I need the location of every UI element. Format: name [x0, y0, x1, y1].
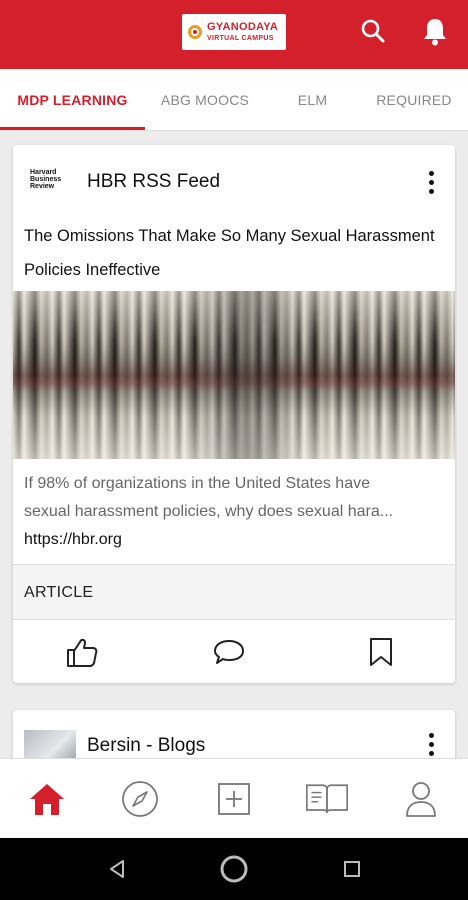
search-icon — [361, 19, 385, 43]
article-description: If 98% of organizations in the United St… — [24, 475, 394, 520]
more-vertical-icon — [428, 170, 434, 176]
tab-abg-moocs[interactable]: ABG MOOCS — [145, 69, 265, 131]
app-header: GYANODAYA VIRTUAL CAMPUS — [0, 0, 468, 69]
comment-icon — [214, 640, 244, 664]
feed-card[interactable]: Harvard Business Review HBR RSS Feed The… — [13, 145, 455, 683]
nav-home[interactable] — [25, 779, 69, 819]
article-title[interactable]: The Omissions That Make So Many Sexual H… — [24, 219, 444, 287]
logo-subtitle: VIRTUAL CAMPUS — [207, 35, 274, 42]
more-options-button[interactable] — [419, 165, 443, 199]
active-tab-indicator — [0, 127, 145, 130]
recents-square-icon — [344, 861, 360, 877]
tab-mdp-learning[interactable]: MDP LEARNING — [0, 69, 145, 131]
category-tabs: MDP LEARNING ABG MOOCS ELM REQUIRED — [0, 69, 468, 131]
tab-required[interactable]: REQUIRED — [360, 69, 468, 131]
logo-mark-icon — [188, 25, 202, 39]
tab-elm[interactable]: ELM — [265, 69, 360, 131]
system-navigation-bar — [0, 838, 468, 900]
article-image[interactable] — [13, 291, 455, 459]
source-logo: Harvard Business Review — [30, 169, 62, 190]
notifications-button[interactable] — [420, 16, 450, 46]
bookmark-button[interactable] — [363, 636, 399, 668]
app-logo: GYANODAYA VIRTUAL CAMPUS — [182, 14, 286, 50]
back-triangle-icon — [110, 860, 124, 878]
comment-button[interactable] — [211, 636, 247, 668]
like-button[interactable] — [64, 636, 100, 668]
more-vertical-icon — [428, 732, 434, 738]
thumbs-up-icon — [67, 638, 98, 667]
compass-icon — [122, 781, 158, 817]
more-options-button[interactable] — [419, 727, 443, 761]
nav-profile[interactable] — [399, 779, 443, 819]
content-type-label: ARTICLE — [24, 584, 94, 601]
nav-explore[interactable] — [118, 779, 162, 819]
bottom-navigation — [0, 758, 468, 838]
system-recents-button[interactable] — [337, 854, 367, 884]
logo-title: GYANODAYA — [207, 21, 279, 33]
search-button[interactable] — [358, 16, 388, 46]
system-back-button[interactable] — [102, 854, 132, 884]
source-name: Bersin - Blogs — [87, 735, 206, 756]
source-name: HBR RSS Feed — [87, 171, 221, 192]
add-square-icon — [218, 783, 250, 815]
card-header: Harvard Business Review HBR RSS Feed — [13, 145, 455, 217]
content-type-row: ARTICLE — [13, 564, 455, 620]
open-book-icon — [306, 784, 348, 813]
home-icon — [30, 784, 64, 815]
bell-icon — [424, 19, 446, 46]
nav-library[interactable] — [305, 779, 349, 819]
system-home-button[interactable] — [219, 854, 249, 884]
nav-add[interactable] — [212, 779, 256, 819]
bookmark-icon — [370, 638, 392, 666]
article-link[interactable]: https://hbr.org — [24, 531, 122, 549]
person-icon — [406, 782, 436, 817]
home-circle-icon — [220, 855, 248, 883]
card-actions — [13, 620, 455, 683]
